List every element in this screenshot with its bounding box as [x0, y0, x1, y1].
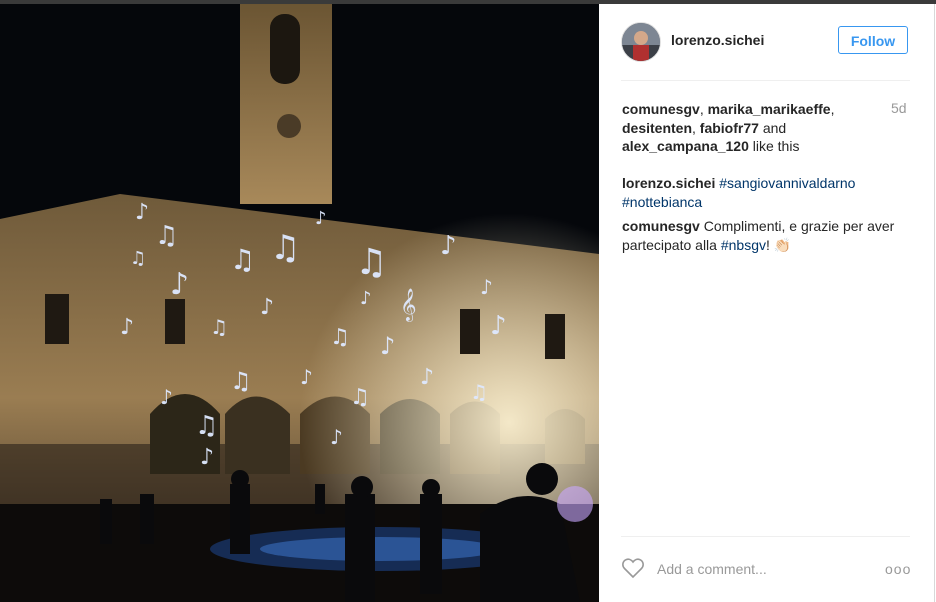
svg-text:♪: ♪	[160, 385, 173, 409]
svg-text:♪: ♪	[420, 365, 434, 390]
svg-text:♫: ♫	[195, 411, 218, 441]
svg-text:♪: ♪	[490, 311, 507, 341]
header-divider	[621, 80, 910, 81]
likes-line: comunesgv, marika_marikaeffe, desitenten…	[622, 101, 835, 154]
post-caption: lorenzo.sichei #sangiovannivaldarno #not…	[622, 174, 912, 211]
svg-text:♪: ♪	[440, 231, 457, 261]
svg-text:♫: ♫	[230, 367, 252, 395]
svg-text:♫: ♫	[270, 228, 300, 268]
post-header: lorenzo.sichei Follow	[599, 4, 934, 80]
like-user-4[interactable]: fabiofr77	[700, 120, 759, 136]
clapping-emoji: 👏🏻	[773, 236, 792, 253]
svg-text:♫: ♫	[470, 380, 488, 404]
caption-hashtag-2[interactable]: #nottebianca	[622, 194, 702, 210]
like-user-1[interactable]: comunesgv	[622, 101, 700, 117]
svg-text:𝄞: 𝄞	[400, 288, 417, 322]
avatar[interactable]	[621, 22, 661, 62]
like-user-2[interactable]: marika_marikaeffe	[708, 101, 831, 117]
comment-footer: Add a comment... ooo	[599, 549, 934, 589]
svg-text:♪: ♪	[120, 315, 134, 340]
svg-text:♪: ♪	[315, 208, 327, 229]
svg-text:♪: ♪	[260, 295, 274, 320]
svg-text:♪: ♪	[330, 425, 343, 449]
heart-icon[interactable]	[621, 557, 645, 579]
avatar-image	[622, 23, 660, 61]
post-details-panel: lorenzo.sichei Follow comunesgv, marika_…	[599, 4, 935, 602]
instagram-post-window: ♪ ♫ ♪ ♫ ♫ ♫ 𝄞 ♪ ♪ ♪ ♫ ♪ ♫ ♪ ♫ ♪ ♫ ♪ ♫ ♪	[0, 0, 936, 602]
post-username[interactable]: lorenzo.sichei	[671, 32, 764, 48]
svg-text:♪: ♪	[300, 365, 313, 389]
svg-text:♫: ♫	[355, 242, 387, 283]
post-timestamp[interactable]: 5d	[891, 100, 907, 116]
likes-and-text: and	[762, 119, 787, 136]
caption-username[interactable]: lorenzo.sichei	[622, 175, 715, 191]
post-photo[interactable]: ♪ ♫ ♪ ♫ ♫ ♫ 𝄞 ♪ ♪ ♪ ♫ ♪ ♫ ♪ ♫ ♪ ♫ ♪ ♫ ♪	[0, 4, 599, 602]
comment-tail: !	[766, 236, 770, 253]
svg-text:♪: ♪	[480, 275, 493, 299]
svg-text:♫: ♫	[210, 315, 228, 339]
follow-button[interactable]: Follow	[838, 26, 908, 54]
like-user-5[interactable]: alex_campana_120	[622, 138, 749, 154]
svg-text:♫: ♫	[230, 243, 255, 276]
more-options-icon[interactable]: ooo	[885, 561, 911, 577]
comment-username[interactable]: comunesgv	[622, 218, 700, 234]
caption-hashtag-1[interactable]: #sangiovannivaldarno	[719, 175, 855, 191]
likes-suffix: like this	[752, 138, 800, 154]
svg-text:♪: ♪	[360, 288, 372, 309]
add-comment-input[interactable]: Add a comment...	[657, 561, 767, 577]
comment-hashtag[interactable]: #nbsgv	[721, 237, 766, 253]
svg-text:♫: ♫	[155, 221, 178, 251]
like-user-3[interactable]: desitenten	[622, 120, 692, 136]
svg-text:♫: ♫	[130, 248, 146, 269]
svg-text:♪: ♪	[135, 200, 149, 225]
svg-text:♪: ♪	[200, 445, 214, 470]
photo-illustration: ♪ ♫ ♪ ♫ ♫ ♫ 𝄞 ♪ ♪ ♪ ♫ ♪ ♫ ♪ ♫ ♪ ♫ ♪ ♫ ♪	[0, 4, 599, 602]
svg-text:♪: ♪	[170, 267, 189, 302]
svg-text:♪: ♪	[380, 332, 395, 360]
comment-item: comunesgv Complimenti, e grazie per aver…	[622, 217, 912, 254]
footer-divider	[621, 536, 910, 537]
svg-text:♫: ♫	[330, 325, 350, 350]
svg-text:♫: ♫	[350, 385, 370, 410]
